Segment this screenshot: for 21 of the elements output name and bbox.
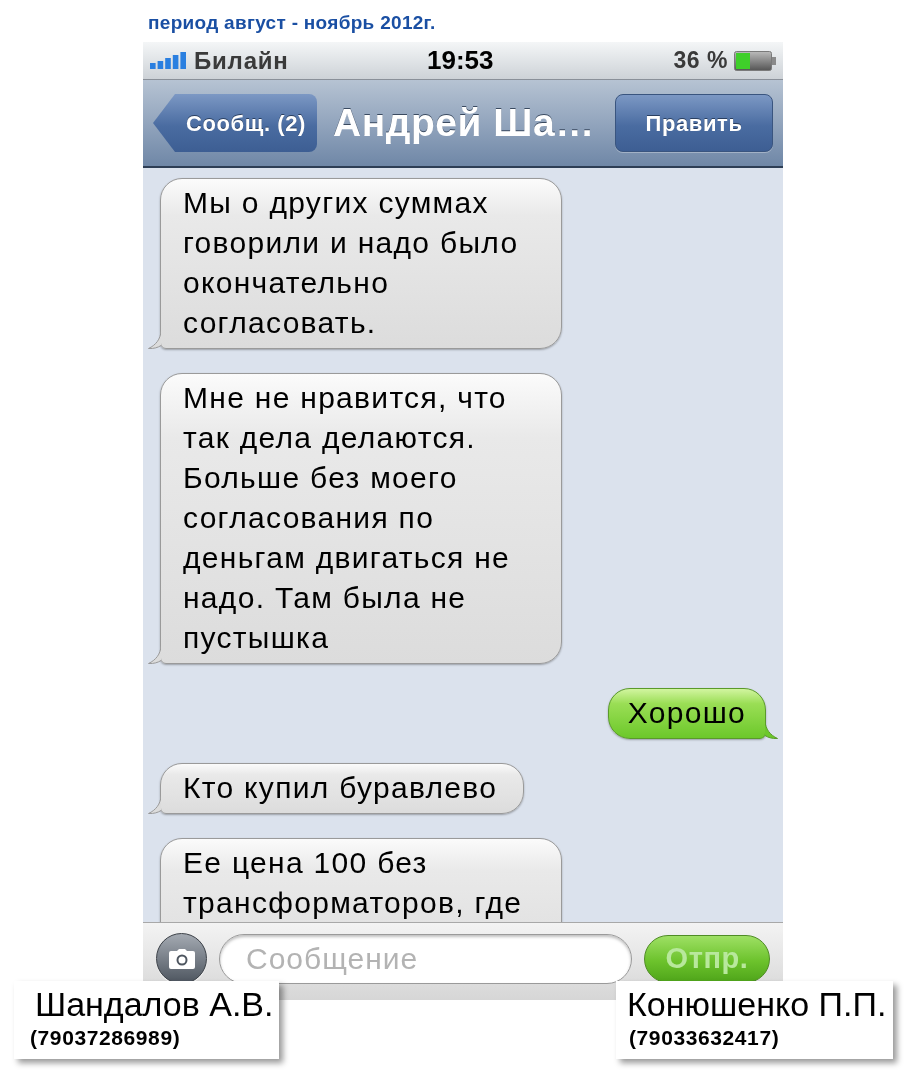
message-bubble: Хорошо: [607, 688, 766, 739]
back-button[interactable]: Сообщ. (2): [153, 94, 317, 152]
contact-phone: (79037286989): [29, 1025, 182, 1051]
conversation-title: Андрей Ша…: [333, 99, 595, 146]
contact-name: Конюшенко П.П.: [626, 984, 888, 1025]
battery-icon: [734, 50, 776, 71]
clock-time: 19:53: [427, 44, 494, 77]
message-bubble: Мы о других суммах говорили и надо было окончательно согласовать.: [160, 178, 562, 349]
period-caption: период август - ноябрь 2012г.: [148, 12, 436, 33]
message-field[interactable]: Сообщение: [219, 933, 632, 984]
camera-button[interactable]: [156, 933, 207, 984]
message-bubble: Мне не нравится, что так дела делаются. Больше без моего согласования по деньгам двигаться не надо. Там была не пустышка: [160, 373, 562, 664]
signal-bars-icon: [150, 52, 188, 69]
battery-percent: 36 %: [673, 46, 728, 76]
carrier-name: Билайн: [194, 45, 289, 76]
contact-name: Шандалов А.В.: [34, 984, 275, 1025]
edit-button[interactable]: Править: [615, 94, 773, 152]
camera-icon: [168, 948, 195, 969]
message-bubble: Кто купил буравлево: [160, 763, 525, 814]
contact-phone: (79033632417): [628, 1025, 781, 1051]
message-bubble: Ее цена 100 без трансформаторов, где: [160, 838, 562, 922]
